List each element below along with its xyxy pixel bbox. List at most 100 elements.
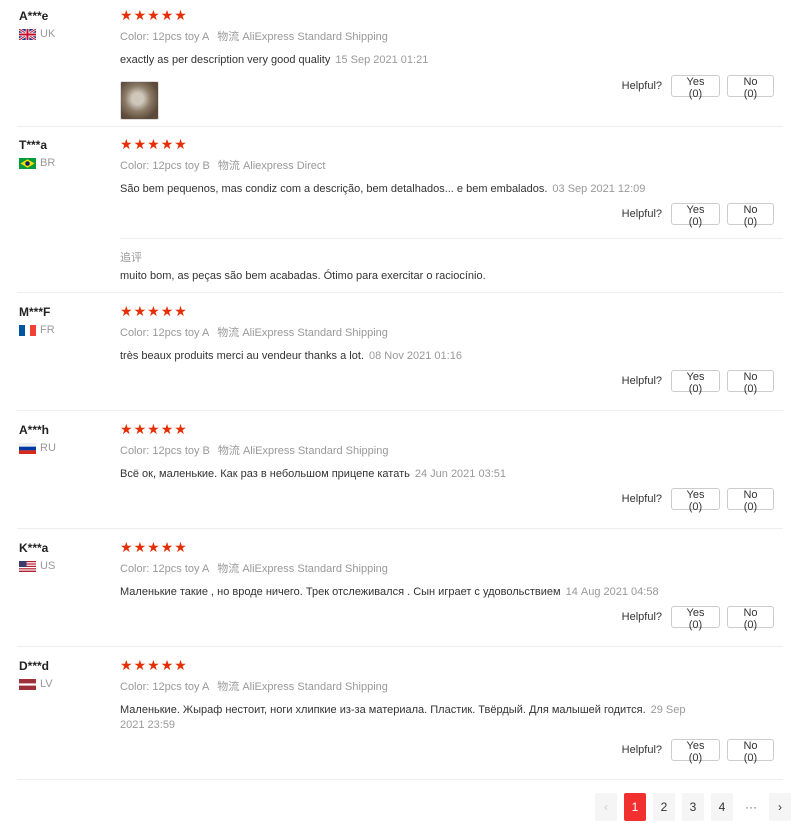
star-icon: ★ — [160, 658, 174, 674]
reviewer-country: BR — [40, 157, 56, 169]
star-icon: ★ — [160, 304, 174, 320]
review-meta: Color: 12pcs toy A 物流 AliExpress Standard… — [120, 327, 388, 339]
star-icon: ★ — [133, 422, 147, 438]
reviewer: A***e UK — [19, 9, 55, 40]
reviewer: K***a US — [19, 541, 55, 572]
star-icon: ★ — [120, 8, 133, 24]
review-meta: Color: 12pcs toy A 物流 AliExpress Standard… — [120, 681, 388, 693]
fr-flag-icon — [19, 324, 36, 336]
lv-flag-icon — [19, 678, 36, 690]
variant: 12pcs toy A — [152, 563, 210, 575]
yes-button[interactable]: Yes (0) — [671, 370, 720, 395]
star-icon: ★ — [147, 8, 160, 24]
star-icon: ★ — [120, 658, 133, 674]
prev-page-button[interactable]: ‹ — [595, 793, 617, 821]
star-icon: ★ — [133, 137, 147, 153]
reviewer: T***a BR — [19, 138, 55, 169]
divider — [17, 646, 783, 647]
star-rating: ★ ★ ★ ★ ★ — [120, 8, 700, 24]
review-meta: Color: 12pcs toy B 物流 AliExpress Standard… — [120, 445, 389, 457]
us-flag-icon — [19, 560, 36, 572]
shipping-method: 物流 AliExpress Standard Shipping — [217, 445, 389, 457]
review-photo[interactable] — [120, 81, 159, 120]
helpful-vote: Helpful? Yes (0) No (0) — [622, 370, 774, 395]
reviewer-country: RU — [40, 442, 56, 454]
helpful-vote: Helpful? Yes (0) No (0) — [622, 75, 774, 100]
review-meta: Color: 12pcs toy A 物流 AliExpress Standard… — [120, 31, 388, 43]
page-2-button[interactable]: 2 — [653, 793, 675, 821]
shipping-method: 物流 AliExpress Standard Shipping — [217, 327, 388, 339]
star-rating: ★ ★ ★ ★ ★ — [120, 422, 700, 438]
star-icon: ★ — [133, 304, 147, 320]
yes-button[interactable]: Yes (0) — [671, 203, 720, 228]
yes-button[interactable]: Yes (0) — [671, 739, 720, 764]
no-button[interactable]: No (0) — [727, 739, 774, 764]
review-date: 24 Jun 2021 03:51 — [414, 468, 506, 480]
shipping-method: 物流 AliExpress Standard Shipping — [217, 31, 388, 43]
yes-button[interactable]: Yes (0) — [671, 75, 720, 100]
star-icon: ★ — [160, 137, 174, 153]
star-icon: ★ — [120, 137, 133, 153]
no-button[interactable]: No (0) — [727, 370, 774, 395]
variant: 12pcs toy B — [152, 445, 210, 457]
no-button[interactable]: No (0) — [727, 606, 774, 631]
review-text: exactly as per description very good qua… — [120, 54, 429, 66]
uk-flag-icon — [19, 28, 36, 40]
reviewer-name: D***d — [19, 659, 50, 673]
star-icon: ★ — [120, 540, 133, 556]
page-4-button[interactable]: 4 — [711, 793, 733, 821]
followup-text: muito bom, as peças são bem acabadas. Ót… — [120, 270, 486, 282]
next-page-button[interactable]: › — [769, 793, 791, 821]
helpful-vote: Helpful? Yes (0) No (0) — [622, 606, 774, 631]
review-date: 14 Aug 2021 04:58 — [565, 586, 659, 598]
helpful-vote: Helpful? Yes (0) No (0) — [622, 739, 774, 764]
star-icon: ★ — [147, 658, 160, 674]
divider — [120, 238, 783, 239]
reviewer-name: A***e — [19, 9, 49, 23]
reviewer-country: US — [40, 560, 56, 572]
divider — [17, 410, 783, 411]
reviewer-name: M***F — [19, 305, 51, 319]
reviewer-name: T***a — [19, 138, 48, 152]
no-button[interactable]: No (0) — [727, 75, 774, 100]
review-meta: Color: 12pcs toy B 物流 Aliexpress Direct — [120, 160, 326, 172]
helpful-vote: Helpful? Yes (0) No (0) — [622, 488, 774, 513]
reviewer-country: FR — [40, 324, 55, 336]
star-icon: ★ — [133, 540, 147, 556]
page-1-button[interactable]: 1 — [624, 793, 646, 821]
review-date: 15 Sep 2021 01:21 — [335, 54, 429, 66]
star-icon: ★ — [174, 658, 187, 674]
shipping-method: 物流 AliExpress Standard Shipping — [217, 563, 388, 575]
yes-button[interactable]: Yes (0) — [671, 606, 720, 631]
reviewer: D***d LV — [19, 659, 53, 690]
yes-button[interactable]: Yes (0) — [671, 488, 720, 513]
star-icon: ★ — [160, 422, 174, 438]
star-icon: ★ — [174, 304, 187, 320]
star-icon: ★ — [147, 540, 160, 556]
star-icon: ★ — [133, 8, 147, 24]
shipping-method: 物流 Aliexpress Direct — [217, 160, 326, 172]
pagination-ellipsis: ··· — [745, 800, 757, 814]
star-icon: ★ — [120, 422, 133, 438]
divider — [17, 779, 783, 780]
star-icon: ★ — [160, 540, 174, 556]
divider — [17, 126, 783, 127]
reviewer-country: LV — [40, 678, 53, 690]
reviewer: A***h RU — [19, 423, 56, 454]
no-button[interactable]: No (0) — [727, 203, 774, 228]
page-3-button[interactable]: 3 — [682, 793, 704, 821]
star-icon: ★ — [160, 8, 174, 24]
star-icon: ★ — [174, 422, 187, 438]
review-date: 08 Nov 2021 01:16 — [368, 350, 462, 362]
review-text: São bem pequenos, mas condiz com a descr… — [120, 183, 646, 195]
star-icon: ★ — [147, 304, 160, 320]
reviewer: M***F FR — [19, 305, 55, 336]
no-button[interactable]: No (0) — [727, 488, 774, 513]
star-icon: ★ — [120, 304, 133, 320]
star-icon: ★ — [174, 137, 187, 153]
star-rating: ★ ★ ★ ★ ★ — [120, 658, 700, 674]
star-icon: ★ — [147, 422, 160, 438]
variant: 12pcs toy A — [152, 327, 210, 339]
review-date: 03 Sep 2021 12:09 — [552, 183, 646, 195]
ru-flag-icon — [19, 442, 36, 454]
